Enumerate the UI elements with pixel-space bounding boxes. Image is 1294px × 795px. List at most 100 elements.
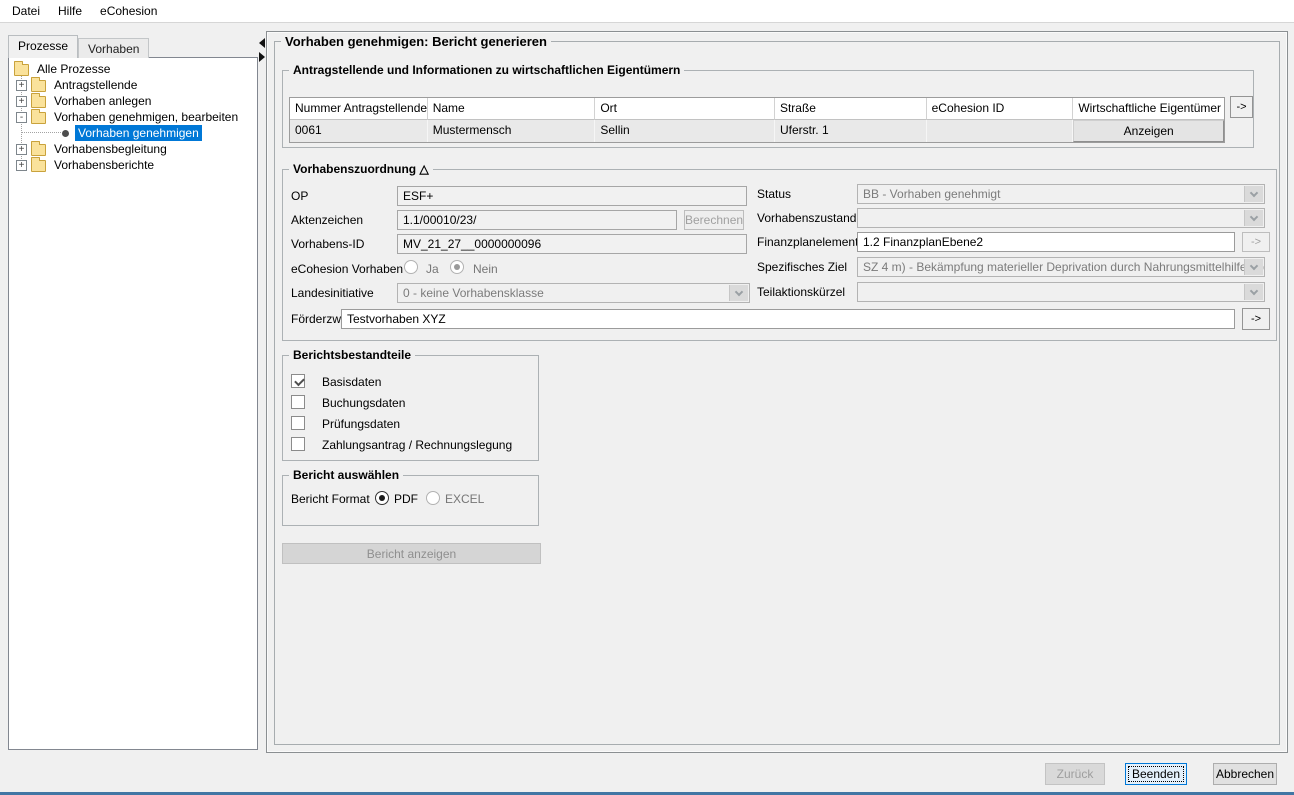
tree-item-label: Vorhabensberichte — [51, 157, 157, 173]
cell-ecohesion-id — [927, 120, 1074, 142]
expand-plus-icon[interactable]: + — [16, 80, 27, 91]
tab-prozesse[interactable]: Prozesse — [8, 35, 78, 58]
finanzplanelement-label: Finanzplanelement — [757, 235, 858, 249]
aktenzeichen-field[interactable]: 1.1/00010/23/ — [397, 210, 677, 230]
radio-nein — [450, 260, 464, 274]
checkbox-buchungsdaten[interactable] — [291, 395, 305, 409]
checkbox-zahlungsantrag[interactable] — [291, 437, 305, 451]
column-header-ecohesion-id: eCohesion ID — [927, 98, 1074, 120]
tree-item-vorhaben-anlegen[interactable]: + Vorhaben anlegen — [9, 93, 257, 109]
expand-plus-icon[interactable]: + — [16, 144, 27, 155]
beenden-button[interactable]: Beenden — [1125, 763, 1187, 785]
radio-excel — [426, 491, 440, 505]
groupbox-title-vorhabenszuordnung: Vorhabenszuordnung △ — [289, 162, 433, 176]
splitter-handle[interactable] — [258, 31, 266, 753]
checkbox-pruefungsdaten-label: Prüfungsdaten — [322, 417, 400, 431]
tree-item-vorhabensbegleitung[interactable]: + Vorhabensbegleitung — [9, 141, 257, 157]
anzeigen-button[interactable]: Anzeigen — [1073, 120, 1224, 142]
expand-plus-icon[interactable]: + — [16, 96, 27, 107]
radio-ja-label: Ja — [426, 262, 439, 276]
aktenzeichen-label: Aktenzeichen — [291, 213, 363, 227]
vorhabenszustand-label: Vorhabenszustand — [757, 211, 856, 225]
expand-plus-icon[interactable]: + — [16, 160, 27, 171]
tree-item-label: Vorhabensbegleitung — [51, 141, 170, 157]
tree-item-label: Vorhaben genehmigen — [75, 125, 202, 141]
bericht-anzeigen-button: Bericht anzeigen — [282, 543, 541, 564]
groupbox-title-bericht-auswaehlen: Bericht auswählen — [289, 468, 403, 482]
groupbox-berichtsbestandteile: Berichtsbestandteile Basisdaten Buchungs… — [282, 355, 539, 461]
foerderzweck-field[interactable]: Testvorhaben XYZ — [341, 309, 1235, 329]
tree-item-label: Vorhaben anlegen — [51, 93, 154, 109]
tree-item-antragstellende[interactable]: + Antragstellende — [9, 77, 257, 93]
collapse-minus-icon[interactable]: - — [16, 112, 27, 123]
spezifisches-ziel-dropdown: SZ 4 m) - Bekämpfung materieller Depriva… — [857, 257, 1265, 277]
radio-pdf[interactable] — [375, 491, 389, 505]
teilaktionskuerzel-label: Teilaktionskürzel — [757, 285, 845, 299]
spezifisches-ziel-label: Spezifisches Ziel — [757, 260, 847, 274]
menu-datei[interactable]: Datei — [3, 1, 49, 21]
folder-icon — [31, 112, 46, 124]
applicants-detail-button[interactable]: -> — [1230, 96, 1253, 118]
checkbox-basisdaten[interactable] — [291, 374, 305, 388]
table-row[interactable]: 0061 Mustermensch Sellin Uferstr. 1 Anze… — [290, 120, 1224, 142]
folder-icon — [31, 96, 46, 108]
column-header-ort: Ort — [595, 98, 775, 120]
checkbox-buchungsdaten-label: Buchungsdaten — [322, 396, 405, 410]
folder-icon — [14, 64, 29, 76]
groupbox-vorhabenszuordnung: Vorhabenszuordnung △ OP ESF+ Aktenzeiche… — [282, 169, 1277, 341]
tree-item-alle-prozesse[interactable]: Alle Prozesse — [9, 61, 257, 77]
cell-name: Mustermensch — [428, 120, 596, 142]
tree-item-vorhaben-genehmigen-bearbeiten[interactable]: - Vorhaben genehmigen, bearbeiten — [9, 109, 257, 125]
page-title: Vorhaben genehmigen: Bericht generieren — [281, 34, 551, 49]
checkbox-pruefungsdaten[interactable] — [291, 416, 305, 430]
foerderzweck-detail-button[interactable]: -> — [1242, 308, 1270, 330]
folder-icon — [31, 144, 46, 156]
cell-strasse: Uferstr. 1 — [775, 120, 927, 142]
chevron-down-icon — [1244, 284, 1263, 300]
tree-item-vorhabensberichte[interactable]: + Vorhabensberichte — [9, 157, 257, 173]
zurueck-button: Zurück — [1045, 763, 1105, 785]
collapse-right-icon[interactable] — [259, 52, 265, 62]
folder-icon — [31, 80, 46, 92]
menu-hilfe[interactable]: Hilfe — [49, 1, 91, 21]
ecohesion-vorhaben-label: eCohesion Vorhaben — [291, 262, 403, 276]
finanzplanelement-field[interactable]: 1.2 FinanzplanEbene2 — [857, 232, 1235, 252]
column-header-strasse: Straße — [775, 98, 927, 120]
collapse-left-icon[interactable] — [259, 38, 265, 48]
vorhabens-id-field[interactable]: MV_21_27__0000000096 — [397, 234, 747, 254]
tab-vorhaben[interactable]: Vorhaben — [78, 38, 149, 58]
tree-item-label: Vorhaben genehmigen, bearbeiten — [51, 109, 241, 125]
chevron-down-icon — [729, 285, 748, 301]
op-label: OP — [291, 189, 308, 203]
main-panel: Vorhaben genehmigen: Bericht generieren … — [266, 31, 1288, 753]
teilaktionskuerzel-dropdown — [857, 282, 1265, 302]
cell-ort: Sellin — [595, 120, 775, 142]
table-header-row: Nummer Antragstellende Name Ort Straße e… — [290, 98, 1224, 120]
op-field[interactable]: ESF+ — [397, 186, 747, 206]
folder-icon — [31, 160, 46, 172]
groupbox-title-berichtsbestandteile: Berichtsbestandteile — [289, 348, 415, 362]
landesinitiative-label: Landesinitiative — [291, 286, 374, 300]
menu-ecohesion[interactable]: eCohesion — [91, 1, 166, 21]
berechnen-button: Berechnen — [684, 210, 744, 230]
bericht-format-label: Bericht Format — [291, 492, 370, 506]
abbrechen-button[interactable]: Abbrechen — [1213, 763, 1277, 785]
vorhabens-id-label: Vorhabens-ID — [291, 237, 364, 251]
process-tree: Alle Prozesse + Antragstellende + Vorhab… — [9, 58, 257, 749]
chevron-down-icon — [1244, 210, 1263, 226]
checkbox-basisdaten-label: Basisdaten — [322, 375, 381, 389]
sidebar-panel: Alle Prozesse + Antragstellende + Vorhab… — [8, 57, 258, 750]
cell-nummer: 0061 — [290, 120, 428, 142]
column-header-eigentuemer: Wirtschaftliche Eigentümer — [1073, 98, 1224, 120]
tree-item-vorhaben-genehmigen[interactable]: Vorhaben genehmigen — [9, 125, 257, 141]
column-header-name: Name — [428, 98, 596, 120]
column-header-nummer: Nummer Antragstellende — [290, 98, 428, 120]
chevron-down-icon — [1244, 186, 1263, 202]
status-dropdown: BB - Vorhaben genehmigt — [857, 184, 1265, 204]
applicants-table: Nummer Antragstellende Name Ort Straße e… — [289, 97, 1225, 143]
tree-item-label: Antragstellende — [51, 77, 140, 93]
vorhabenszustand-dropdown — [857, 208, 1265, 228]
radio-pdf-label: PDF — [394, 492, 418, 506]
landesinitiative-dropdown: 0 - keine Vorhabensklasse — [397, 283, 750, 303]
radio-nein-label: Nein — [473, 262, 498, 276]
